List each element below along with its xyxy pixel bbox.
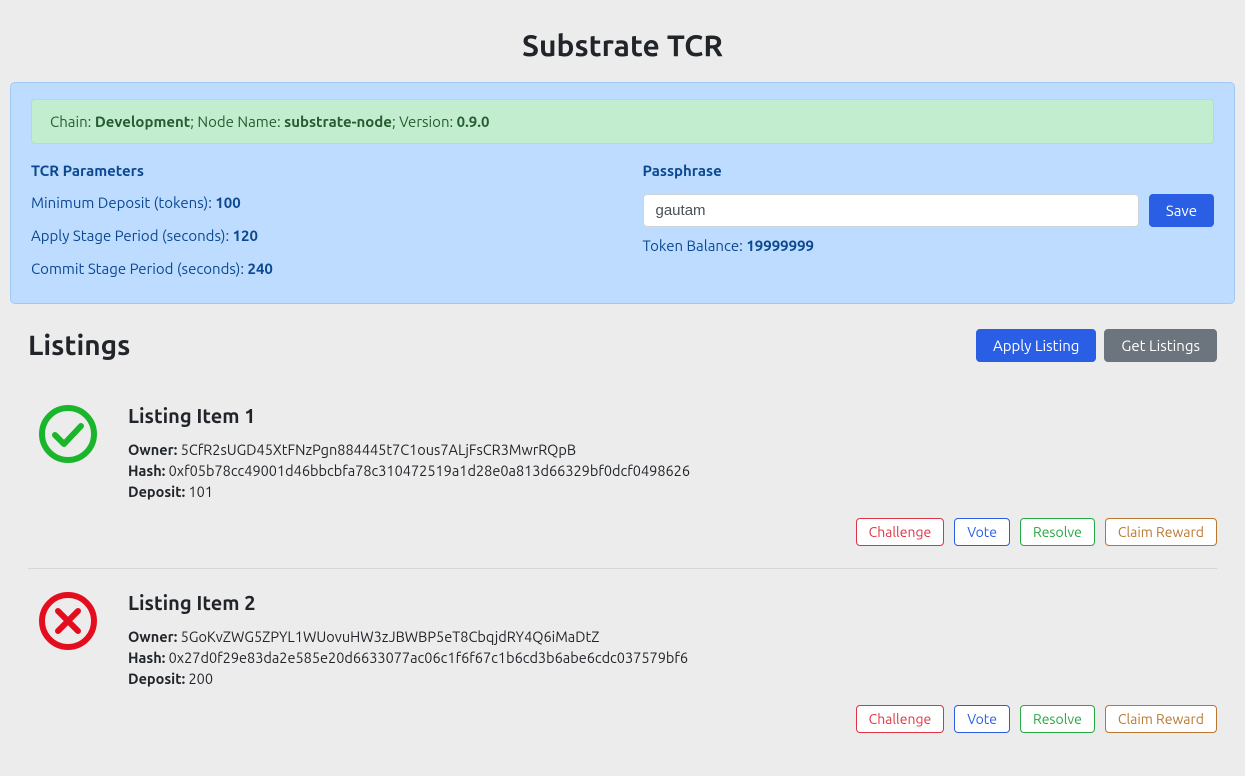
balance-label: Token Balance: [643,237,743,254]
chain-label: Chain: [50,113,91,130]
resolve-button[interactable]: Resolve [1020,705,1095,733]
info-card: Chain: Development; Node Name: substrate… [10,82,1235,304]
hash-value: 0xf05b78cc49001d46bbcbfa78c310472519a1d2… [169,462,690,479]
owner-value: 5CfR2sUGD45XtFNzPgn884445t7C1ous7ALjFsCR… [181,441,576,458]
deposit-value: 101 [188,483,213,500]
check-circle-icon [38,404,98,464]
node-label: ; Node Name: [190,113,280,130]
min-deposit-label: Minimum Deposit (tokens): [31,194,212,211]
resolve-button[interactable]: Resolve [1020,518,1095,546]
claim-reward-button[interactable]: Claim Reward [1105,518,1217,546]
hash-label: Hash: [128,462,165,479]
commit-period-label: Commit Stage Period (seconds): [31,260,244,277]
tcr-params-heading: TCR Parameters [31,162,603,179]
version-value: 0.9.0 [457,113,490,130]
x-circle-icon [38,591,98,651]
listing-status-icon [38,404,98,464]
vote-button[interactable]: Vote [954,518,1010,546]
listing-status-icon [38,591,98,651]
challenge-button[interactable]: Challenge [856,705,945,733]
listing-item: Listing Item 2 Owner: 5GoKvZWG5ZPYL1WUovu… [28,569,1217,755]
page-title: Substrate TCR [10,28,1235,62]
claim-reward-button[interactable]: Claim Reward [1105,705,1217,733]
challenge-button[interactable]: Challenge [856,518,945,546]
save-button[interactable]: Save [1149,194,1214,227]
deposit-label: Deposit: [128,670,185,687]
passphrase-section: Passphrase Save Token Balance: 19999999 [643,162,1215,293]
apply-period-label: Apply Stage Period (seconds): [31,227,229,244]
listing-name: Listing Item 1 [128,404,1217,427]
listing-item: Listing Item 1 Owner: 5CfR2sUGD45XtFNzPgn… [28,382,1217,569]
chain-status-bar: Chain: Development; Node Name: substrate… [31,99,1214,144]
passphrase-input[interactable] [643,194,1139,227]
vote-button[interactable]: Vote [954,705,1010,733]
listing-meta: Owner: 5GoKvZWG5ZPYL1WUovuHW3zJBWBP5eT8C… [128,626,1217,689]
owner-label: Owner: [128,628,177,645]
node-value: substrate-node [284,113,392,130]
listings-container: Listing Item 1 Owner: 5CfR2sUGD45XtFNzPgn… [28,382,1217,755]
listing-name: Listing Item 2 [128,591,1217,614]
tcr-parameters-section: TCR Parameters Minimum Deposit (tokens):… [31,162,603,293]
apply-listing-button[interactable]: Apply Listing [976,329,1096,362]
get-listings-button[interactable]: Get Listings [1104,329,1217,362]
commit-period-value: 240 [248,260,273,277]
hash-value: 0x27d0f29e83da2e585e20d6633077ac06c1f6f6… [169,649,688,666]
deposit-label: Deposit: [128,483,185,500]
min-deposit-value: 100 [215,194,240,211]
owner-value: 5GoKvZWG5ZPYL1WUovuHW3zJBWBP5eT8CbqjdRY4… [181,628,600,645]
owner-label: Owner: [128,441,177,458]
version-label: ; Version: [392,113,453,130]
listings-header: Listings Apply Listing Get Listings [28,329,1217,362]
listing-meta: Owner: 5CfR2sUGD45XtFNzPgn884445t7C1ous7… [128,439,1217,502]
listings-heading: Listings [28,330,130,361]
balance-value: 19999999 [746,237,814,254]
hash-label: Hash: [128,649,165,666]
passphrase-heading: Passphrase [643,162,1215,179]
apply-period-value: 120 [233,227,258,244]
chain-value: Development [95,113,190,130]
deposit-value: 200 [188,670,213,687]
